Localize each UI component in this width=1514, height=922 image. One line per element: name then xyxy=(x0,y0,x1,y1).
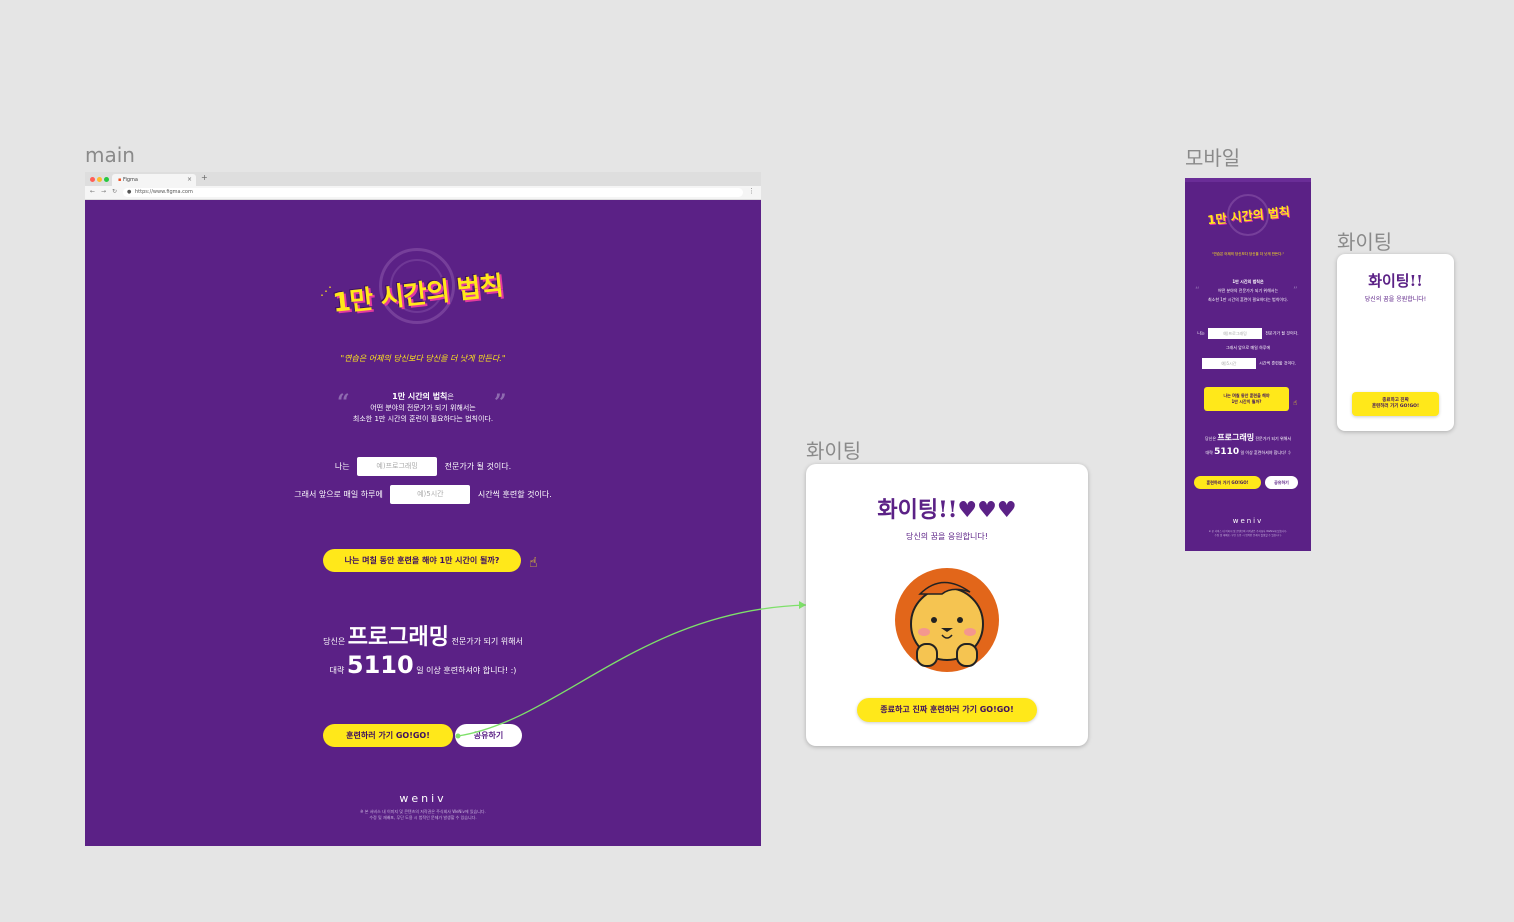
maximize-window-icon[interactable] xyxy=(104,177,109,182)
mobile-hours-input[interactable]: 예)5시간 xyxy=(1201,358,1256,369)
calculate-button[interactable]: 나는 며칠 동안 훈련을 해야 1만 시간이 될까? xyxy=(323,549,521,572)
mobile-field-prefix: 나는 xyxy=(1197,330,1205,336)
mobile-result-days: 5110 xyxy=(1214,447,1240,457)
mobile-pointer-hand-icon: ☝ xyxy=(1293,399,1298,407)
browser-address-bar: ← → ↻ ● https://www.figma.com ⋮ xyxy=(85,186,761,200)
mobile-result2-prefix: 대략 xyxy=(1205,450,1213,455)
small-popup-title: 화이팅!! xyxy=(1368,272,1423,290)
minimize-window-icon[interactable] xyxy=(97,177,102,182)
back-icon[interactable]: ← xyxy=(90,188,95,195)
mobile-desc-line1: 어떤 분야의 전문가가 되기 위해서는 xyxy=(1217,288,1279,293)
result-prefix: 당신은 xyxy=(323,637,346,646)
mobile-status-bar xyxy=(1185,178,1311,182)
description: 1만 시간의 법칙은 어떤 분야의 전문가가 되기 위해서는 최소한 1만 시간… xyxy=(85,391,761,425)
result2-suffix: 일 이상 훈련하셔야 합니다! :) xyxy=(416,666,517,675)
lion-icon xyxy=(895,568,999,672)
mobile-hours-row: 예)5시간 시간씩 훈련할 것이다. xyxy=(1185,358,1311,369)
forward-icon[interactable]: → xyxy=(101,188,106,195)
hours-row: 그래서 앞으로 매일 하루에 예)5시간 시간씩 훈련할 것이다. xyxy=(85,485,761,504)
mobile-copyright-line2: 수정 및 재배포, 무단 도용 시 법적인 문제가 발생할 수 있습니다. xyxy=(1214,534,1282,537)
small-popup-subtitle: 당신의 꿈을 응원합니다! xyxy=(1364,296,1427,303)
new-tab-icon[interactable]: + xyxy=(201,173,208,182)
url-input[interactable]: ● https://www.figma.com xyxy=(123,188,743,197)
pointer-hand-icon: ☝ xyxy=(529,555,538,571)
lock-icon: ● xyxy=(127,189,132,195)
url-text: https://www.figma.com xyxy=(135,189,193,195)
reload-icon[interactable]: ↻ xyxy=(112,188,117,195)
browser-tab-bar: ▪ Figma × + xyxy=(85,172,761,186)
copyright: ※ 본 서비스 내 이미지 및 콘텐츠의 저작권은 주식회사 WeNiv에 있습… xyxy=(85,809,761,821)
go-training-button[interactable]: 훈련하러 가기 GO!GO! xyxy=(323,724,453,747)
field-row: 나는 예)프로그래밍 전문가가 될 것이다. xyxy=(85,457,761,476)
mobile-field-suffix: 전문가가 될 것이다. xyxy=(1265,330,1299,336)
field-suffix: 전문가가 될 것이다. xyxy=(444,462,512,471)
result-days-line: 대략 5110 일 이상 훈련하셔야 합니다! :) xyxy=(85,651,761,679)
hours-suffix: 시간씩 훈련할 것이다. xyxy=(477,490,552,499)
frame-label-fighting-small[interactable]: 화이팅 xyxy=(1337,226,1392,255)
mobile-go-training-button[interactable]: 훈련하러 가기 GO!GO! xyxy=(1194,476,1261,489)
main-frame[interactable]: ▪ Figma × + ← → ↻ ● https://www.figma.co… xyxy=(85,172,761,846)
mobile-row2-text: 그래서 앞으로 매일 하루에 xyxy=(1225,345,1271,350)
mobile-result-days-line: 대략 5110 일 이상 훈련하셔야 합니다! :) xyxy=(1185,447,1311,457)
motto-quote: "연습은 어제의 당신보다 당신을 더 낫게 만든다." xyxy=(340,354,506,363)
mobile-result-field-line: 당신은 프로그래밍 전문가가 되기 위해서 xyxy=(1185,433,1311,442)
result2-prefix: 대략 xyxy=(329,666,345,675)
frame-label-fighting-large[interactable]: 화이팅 xyxy=(806,435,861,464)
result-field: 프로그래밍 xyxy=(347,625,449,650)
desc-title-suffix: 은 xyxy=(447,393,454,401)
field-input[interactable]: 예)프로그래밍 xyxy=(357,457,438,476)
mobile-share-button[interactable]: 공유하기 xyxy=(1265,476,1298,489)
mobile-result-suffix: 전문가가 되기 위해서 xyxy=(1255,436,1292,441)
popup-title: 화이팅!!♥♥♥ xyxy=(877,497,1017,523)
mobile-weniv-logo: weniv xyxy=(1232,517,1264,525)
small-button-line2: 훈련하러 가기 GO!GO! xyxy=(1371,404,1420,409)
result-suffix: 전문가가 되기 위해서 xyxy=(451,637,523,646)
mobile-result2-suffix: 일 이상 훈련하셔야 합니다! :) xyxy=(1240,450,1291,455)
mobile-hours-suffix: 시간씩 훈련할 것이다. xyxy=(1259,360,1297,366)
weniv-logo: weniv xyxy=(399,792,447,805)
desc-line2: 최소한 1만 시간의 훈련이 필요하다는 법칙이다. xyxy=(352,415,494,423)
desc-title: 1만 시간의 법칙 xyxy=(392,392,448,401)
mobile-desc-title: 1만 시간의 법칙은 xyxy=(1232,279,1264,284)
mobile-frame[interactable]: 1만 시간의 법칙 "연습은 어제의 당신보다 당신을 더 낫게 만든다." “… xyxy=(1185,178,1311,551)
fighting-popup-large[interactable]: 화이팅!!♥♥♥ 당신의 꿈을 응원합니다! 종료하고 진짜 훈련하러 가기 G… xyxy=(806,464,1088,746)
hours-input[interactable]: 예)5시간 xyxy=(390,485,471,504)
mobile-calculate-button[interactable]: 나는 며칠 동안 훈련을 해야 1만 시간이 될까? xyxy=(1204,387,1289,411)
close-window-icon[interactable] xyxy=(90,177,95,182)
figma-favicon-icon: ▪ xyxy=(118,177,122,183)
mobile-cta-line2: 1만 시간이 될까? xyxy=(1231,399,1262,404)
field-prefix: 나는 xyxy=(334,462,350,471)
result-days: 5110 xyxy=(346,651,414,679)
title-logo: ⋰ 1만 시간의 법칙 xyxy=(320,244,532,330)
result-field-line: 당신은 프로그래밍 전문가가 되기 위해서 xyxy=(85,619,761,651)
mobile-field-input[interactable]: 예)프로그래밍 xyxy=(1208,328,1263,339)
copyright-line2: 수정 및 재배포, 무단 도용 시 법적인 문제가 발생할 수 있습니다. xyxy=(369,815,477,820)
browser-tab[interactable]: ▪ Figma × xyxy=(112,174,196,186)
mobile-result-prefix: 당신은 xyxy=(1204,436,1216,441)
mobile-result-field: 프로그래밍 xyxy=(1217,433,1255,442)
popup-subtitle: 당신의 꿈을 응원합니다! xyxy=(906,532,988,541)
frame-label-mobile[interactable]: 모바일 xyxy=(1185,142,1240,171)
fighting-popup-small[interactable]: 화이팅!! 당신의 꿈을 응원합니다! 종료하고 진짜 훈련하러 가기 GO!G… xyxy=(1337,254,1454,431)
browser-tab-title: Figma xyxy=(122,177,138,183)
finish-go-button[interactable]: 종료하고 진짜 훈련하러 가기 GO!GO! xyxy=(857,698,1037,722)
tab-close-icon[interactable]: × xyxy=(187,174,192,186)
share-button[interactable]: 공유하기 xyxy=(455,724,522,747)
more-menu-icon[interactable]: ⋮ xyxy=(748,187,755,195)
hours-prefix: 그래서 앞으로 매일 하루에 xyxy=(294,490,383,499)
mobile-field-row: 나는 예)프로그래밍 전문가가 될 것이다. xyxy=(1185,328,1311,339)
mobile-motto-quote: "연습은 어제의 당신보다 당신을 더 낫게 만든다." xyxy=(1211,252,1285,256)
desc-line1: 어떤 분야의 전문가가 되기 위해서는 xyxy=(370,404,476,412)
mobile-desc-line2: 최소한 1만 시간의 훈련이 필요하다는 법칙이다. xyxy=(1207,297,1289,302)
frame-label-main[interactable]: main xyxy=(85,143,135,167)
small-finish-go-button[interactable]: 종료하고 진짜 훈련하러 가기 GO!GO! xyxy=(1352,392,1439,416)
